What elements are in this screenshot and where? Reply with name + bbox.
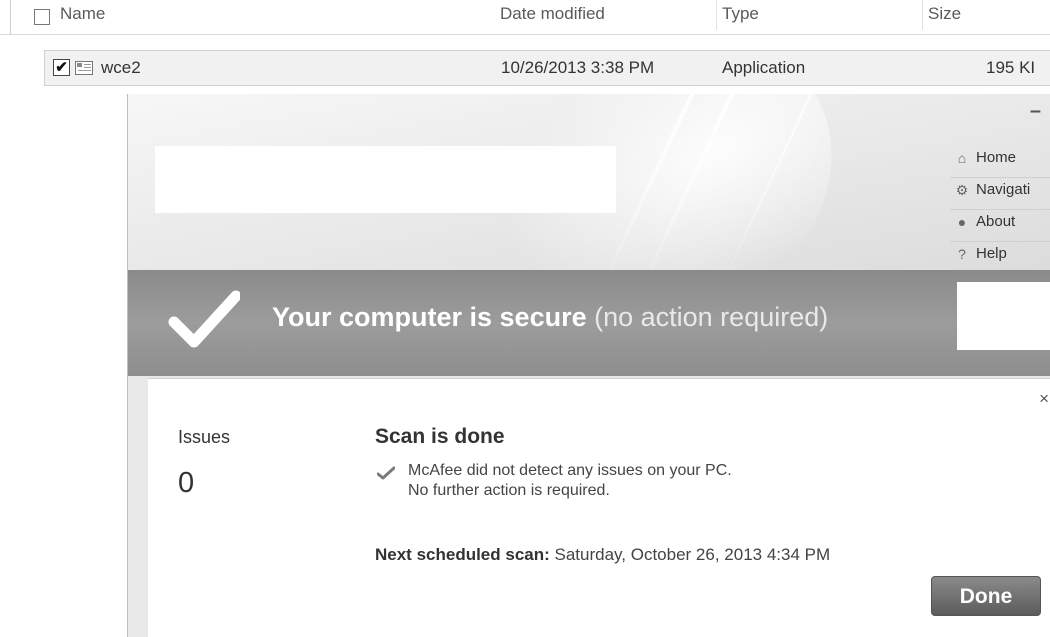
- column-header-size[interactable]: Size: [928, 4, 961, 24]
- file-row[interactable]: ✔ wce2 10/26/2013 3:38 PM Application 19…: [44, 50, 1050, 86]
- scan-message-line2: No further action is required.: [408, 482, 610, 499]
- issues-label: Issues: [178, 427, 231, 447]
- minimize-button[interactable]: –: [1030, 100, 1041, 123]
- scan-message-line1: McAfee did not detect any issues on your…: [408, 462, 732, 479]
- issues-count: 0: [178, 467, 195, 499]
- shield-icon: ●: [957, 214, 967, 230]
- close-icon[interactable]: ×: [1039, 389, 1049, 409]
- file-name: wce2: [101, 58, 141, 77]
- column-header-type[interactable]: Type: [722, 4, 759, 24]
- application-icon: [75, 61, 93, 75]
- next-scan-label: Next scheduled scan:: [375, 545, 550, 564]
- file-size: 195 KI: [986, 58, 1036, 77]
- status-headline: Your computer is secure: [272, 302, 587, 332]
- nav-item-label: Home: [976, 149, 1017, 166]
- nav-item-label: Navigati: [976, 181, 1031, 198]
- column-divider[interactable]: [922, 0, 923, 30]
- scan-results-panel: × Issues 0 Scan is done McAfee did not d…: [148, 378, 1050, 637]
- column-header-date-modified[interactable]: Date modified: [500, 4, 605, 24]
- nav-item-home[interactable]: ⌂ Home: [950, 146, 1050, 178]
- redacted-title-box: [155, 146, 616, 213]
- nav-item-about[interactable]: ● About: [950, 210, 1050, 242]
- column-divider[interactable]: [716, 0, 717, 30]
- redacted-status-box: [957, 282, 1050, 350]
- file-list-header: Name Date modified Type Size: [0, 0, 1050, 35]
- done-button[interactable]: Done: [931, 576, 1041, 616]
- gear-icon: ⚙: [955, 182, 969, 198]
- checkmark-icon: [377, 466, 395, 480]
- column-header-name[interactable]: Name: [60, 4, 105, 24]
- nav-item-label: About: [976, 213, 1016, 230]
- file-row-checkbox[interactable]: ✔: [53, 59, 70, 76]
- scan-title: Scan is done: [375, 425, 505, 448]
- status-message: Your computer is secure (no action requi…: [272, 302, 828, 333]
- pane-border: [10, 0, 11, 34]
- home-icon: ⌂: [957, 150, 967, 166]
- select-all-checkbox[interactable]: [34, 9, 50, 25]
- question-icon: ?: [958, 246, 966, 262]
- nav-item-label: Help: [976, 245, 1007, 262]
- nav-item-navigation[interactable]: ⚙ Navigati: [950, 178, 1050, 210]
- nav-menu: ⌂ Home ⚙ Navigati ● About ? Help: [950, 146, 1050, 270]
- status-bar: Your computer is secure (no action requi…: [128, 270, 1050, 376]
- next-scheduled-scan: Next scheduled scan: Saturday, October 2…: [375, 545, 830, 565]
- secure-checkmark-icon: [168, 290, 240, 348]
- status-detail: (no action required): [586, 302, 829, 332]
- header-banner: – ⌂ Home ⚙ Navigati ● About ? Help: [128, 94, 1050, 270]
- file-type: Application: [722, 58, 806, 77]
- mcafee-window: – ⌂ Home ⚙ Navigati ● About ? Help Your …: [127, 94, 1050, 637]
- nav-item-help[interactable]: ? Help: [950, 242, 1050, 270]
- next-scan-value: Saturday, October 26, 2013 4:34 PM: [549, 545, 831, 564]
- file-date-modified: 10/26/2013 3:38 PM: [501, 58, 655, 77]
